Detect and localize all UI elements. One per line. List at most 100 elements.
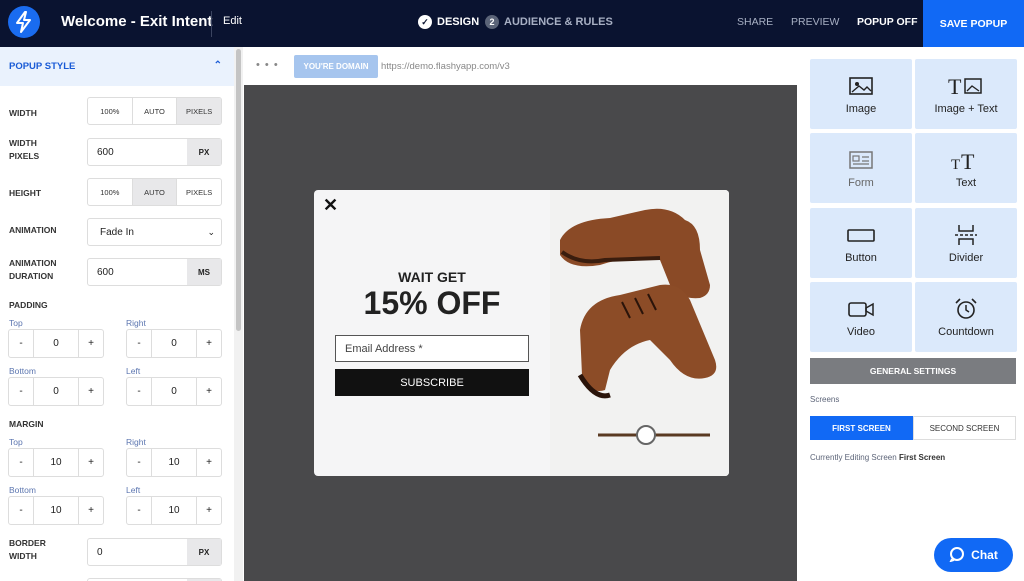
element-button-label: Button — [845, 252, 877, 264]
padding-right-stepper[interactable]: - 0 + — [126, 329, 222, 358]
padding-left-value[interactable]: 0 — [152, 378, 196, 405]
animation-label: ANIMATION — [9, 225, 57, 235]
padding-top-value[interactable]: 0 — [34, 330, 78, 357]
chevron-up-icon[interactable]: ⌃ — [214, 60, 222, 71]
svg-text:T: T — [961, 149, 975, 172]
email-field[interactable]: Email Address * — [335, 335, 529, 362]
width-auto[interactable]: AUTO — [133, 98, 178, 124]
decrement-button[interactable]: - — [127, 449, 152, 476]
decrement-button[interactable]: - — [9, 378, 34, 405]
width-mode-selector[interactable]: 100% AUTO PIXELS — [87, 97, 222, 125]
width-pixels[interactable]: PIXELS — [177, 98, 221, 124]
element-countdown-label: Countdown — [938, 326, 994, 338]
section-title: POPUP STYLE — [9, 61, 76, 72]
height-label: HEIGHT — [9, 188, 42, 198]
margin-right-stepper[interactable]: - 10 + — [126, 448, 222, 477]
step-design[interactable]: ✓ DESIGN — [418, 15, 479, 29]
boots-image[interactable] — [550, 190, 729, 476]
share-link[interactable]: SHARE — [737, 16, 773, 28]
panel-scroll-thumb[interactable] — [236, 49, 241, 331]
increment-button[interactable]: + — [196, 330, 221, 357]
height-mode-selector[interactable]: 100% AUTO PIXELS — [87, 178, 222, 206]
first-screen-tab[interactable]: FIRST SCREEN — [810, 416, 913, 440]
margin-right-value[interactable]: 10 — [152, 449, 196, 476]
general-settings-button[interactable]: GENERAL SETTINGS — [810, 358, 1016, 384]
increment-button[interactable]: + — [78, 330, 103, 357]
popup-offer[interactable]: 15% OFF — [314, 285, 550, 322]
popup-headline[interactable]: WAIT GET — [314, 269, 550, 285]
animation-duration-value[interactable]: 600 — [88, 259, 187, 285]
element-divider[interactable]: Divider — [915, 208, 1017, 278]
flashy-logo-icon[interactable] — [8, 6, 40, 38]
element-image-label: Image — [845, 103, 877, 115]
popup-style-panel: POPUP STYLE ⌃ WIDTH 100% AUTO PIXELS WID… — [0, 47, 243, 581]
element-image-text[interactable]: T Image + Text — [915, 59, 1017, 129]
margin-bottom-value[interactable]: 10 — [34, 497, 78, 524]
decrement-button[interactable]: - — [9, 497, 34, 524]
decrement-button[interactable]: - — [9, 449, 34, 476]
margin-label: MARGIN — [9, 419, 44, 429]
padding-top-stepper[interactable]: - 0 + — [8, 329, 104, 358]
padding-left-stepper[interactable]: - 0 + — [126, 377, 222, 406]
chat-label: Chat — [971, 548, 998, 562]
border-width-input[interactable]: 0 PX — [87, 538, 222, 566]
popup-title: Welcome - Exit Intent — [61, 13, 213, 30]
domain-badge: YOU'RE DOMAIN — [294, 55, 378, 78]
padding-top-label: Top — [9, 318, 23, 328]
preview-link[interactable]: PREVIEW — [791, 16, 839, 28]
step-audience-rules[interactable]: 2 AUDIENCE & RULES — [485, 15, 613, 29]
edit-title-link[interactable]: Edit — [223, 15, 242, 27]
increment-button[interactable]: + — [78, 449, 103, 476]
element-video-label: Video — [847, 326, 875, 338]
border-width-label-1: BORDER — [9, 538, 46, 548]
animation-select[interactable]: Fade In ⌄ — [87, 218, 222, 246]
anim-duration-label-1: ANIMATION — [9, 258, 57, 268]
margin-bottom-label: Bottom — [9, 485, 36, 495]
element-countdown[interactable]: Countdown — [915, 282, 1017, 352]
subscribe-button[interactable]: SUBSCRIBE — [335, 369, 529, 396]
padding-right-value[interactable]: 0 — [152, 330, 196, 357]
padding-bottom-value[interactable]: 0 — [34, 378, 78, 405]
margin-top-stepper[interactable]: - 10 + — [8, 448, 104, 477]
increment-button[interactable]: + — [78, 497, 103, 524]
popup-off-toggle[interactable]: POPUP OFF — [857, 16, 917, 28]
second-screen-tab[interactable]: SECOND SCREEN — [913, 416, 1016, 440]
padding-bottom-stepper[interactable]: - 0 + — [8, 377, 104, 406]
margin-left-value[interactable]: 10 — [152, 497, 196, 524]
decrement-button[interactable]: - — [9, 330, 34, 357]
close-icon[interactable]: ✕ — [323, 195, 338, 216]
popup-preview[interactable]: ✕ WAIT GET 15% OFF Email Address * SUBSC… — [314, 190, 729, 476]
check-icon: ✓ — [418, 15, 432, 29]
increment-button[interactable]: + — [196, 449, 221, 476]
margin-bottom-stepper[interactable]: - 10 + — [8, 496, 104, 525]
element-image[interactable]: Image — [810, 59, 912, 129]
height-100[interactable]: 100% — [88, 179, 133, 205]
chat-bubble-icon — [949, 546, 965, 565]
chat-button[interactable]: Chat — [934, 538, 1013, 572]
width-pixels-value[interactable]: 600 — [88, 139, 187, 165]
save-popup-button[interactable]: SAVE POPUP — [923, 0, 1024, 47]
decrement-button[interactable]: - — [127, 378, 152, 405]
step-design-label: DESIGN — [437, 16, 480, 28]
animation-duration-input[interactable]: 600 MS — [87, 258, 222, 286]
margin-left-stepper[interactable]: - 10 + — [126, 496, 222, 525]
step-audience-label: AUDIENCE & RULES — [504, 16, 613, 28]
width-100[interactable]: 100% — [88, 98, 133, 124]
element-form[interactable]: Form — [810, 133, 912, 203]
increment-button[interactable]: + — [78, 378, 103, 405]
image-icon — [848, 73, 874, 99]
border-width-value[interactable]: 0 — [88, 539, 187, 565]
height-auto[interactable]: AUTO — [132, 179, 178, 205]
increment-button[interactable]: + — [196, 378, 221, 405]
element-video[interactable]: Video — [810, 282, 912, 352]
popup-style-header[interactable]: POPUP STYLE ⌃ — [0, 47, 234, 86]
form-icon — [848, 147, 874, 173]
width-pixels-input[interactable]: 600 PX — [87, 138, 222, 166]
element-button[interactable]: Button — [810, 208, 912, 278]
margin-top-value[interactable]: 10 — [34, 449, 78, 476]
decrement-button[interactable]: - — [127, 330, 152, 357]
decrement-button[interactable]: - — [127, 497, 152, 524]
increment-button[interactable]: + — [196, 497, 221, 524]
element-text[interactable]: TT Text — [915, 133, 1017, 203]
height-pixels[interactable]: PIXELS — [177, 179, 221, 205]
